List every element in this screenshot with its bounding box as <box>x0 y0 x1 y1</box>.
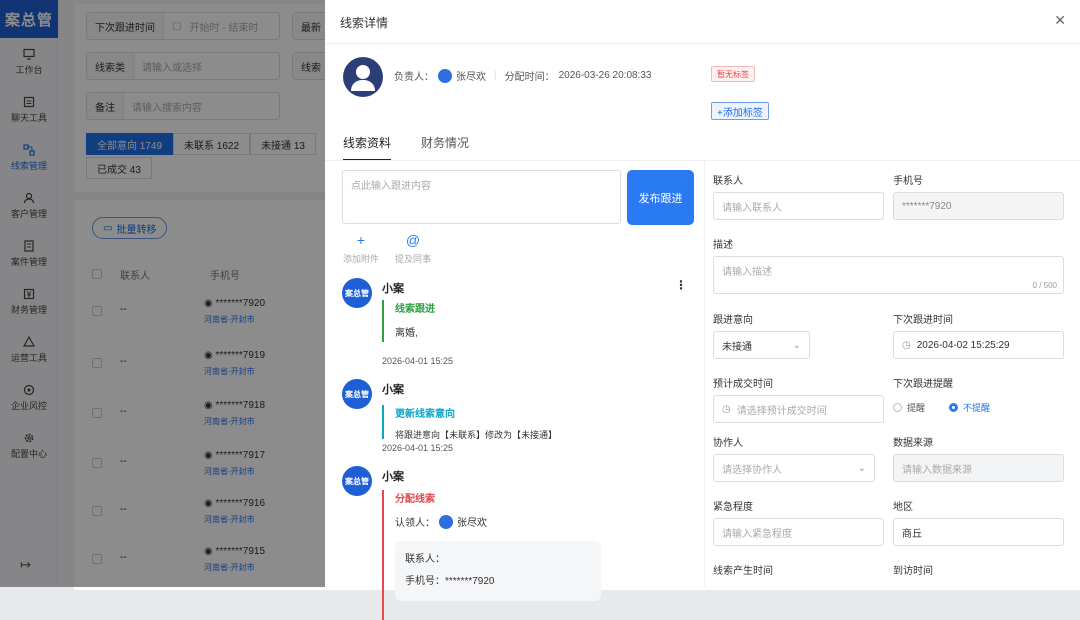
person-icon <box>351 65 375 91</box>
remind-radio-no[interactable]: 不提醒 <box>949 401 990 414</box>
contact-info-box: 联系人： 手机号：*******7920 <box>395 541 601 601</box>
deal-time-picker[interactable]: ◷ 请选择预计成交时间 <box>713 395 884 423</box>
partner-select[interactable]: 请选择协作人 ⌄ <box>713 454 875 482</box>
author-avatar: 案总管 <box>342 278 372 308</box>
intent-select[interactable]: 未接通 ⌄ <box>713 331 810 359</box>
close-icon[interactable]: ✕ <box>1054 12 1066 29</box>
next-follow-picker[interactable]: ◷ 2026-04-02 15:25:29 <box>893 331 1064 359</box>
char-counter: 0 / 500 <box>1032 281 1057 290</box>
tab-clue-info[interactable]: 线索资料 <box>343 134 392 161</box>
no-tag-badge: 暂无标签 <box>711 66 755 82</box>
claimer-avatar <box>439 514 453 529</box>
urgency-input[interactable]: 请输入紧急程度 <box>713 518 884 546</box>
at-icon: @ <box>405 232 421 248</box>
add-tag-button[interactable]: +添加标签 <box>711 102 769 120</box>
source-field: 请输入数据来源 <box>893 454 1064 482</box>
timeline-card: 更新线索意向 将跟进意向【未联系】修改为【未接通】 <box>382 405 672 440</box>
remind-radio-yes[interactable]: 提醒 <box>893 401 925 414</box>
description-input[interactable]: 请输入描述 0 / 500 <box>713 256 1064 294</box>
add-attachment-button[interactable]: + 添加附件 <box>343 232 379 265</box>
drawer-header: 线索详情 ✕ <box>325 0 1080 44</box>
region-input[interactable]: 商丘 <box>893 518 1064 546</box>
clue-detail-drawer: 线索详情 ✕ 负责人： 张尽欢 | 分配时间： 2026-03-26 20:08… <box>325 0 1080 620</box>
tab-finance[interactable]: 财务情况 <box>421 134 469 161</box>
timeline-card: 线索跟进 离婚, <box>382 300 672 342</box>
owner-info: 负责人： 张尽欢 | 分配时间： 2026-03-26 20:08:33 <box>394 68 652 83</box>
plus-icon: + <box>356 232 366 248</box>
timeline-card: 分配线索 认领人： 张尽欢 联系人： 手机号：*******7920 <box>382 490 672 620</box>
author-avatar: 案总管 <box>342 379 372 409</box>
clock-icon: ◷ <box>722 403 731 415</box>
follow-input[interactable]: 点此输入跟进内容 <box>342 170 621 224</box>
owner-avatar <box>438 68 452 83</box>
contact-input[interactable]: 请输入联系人 <box>713 192 884 220</box>
phone-field: *******7920 <box>893 192 1064 220</box>
author-avatar: 案总管 <box>342 466 372 496</box>
avatar <box>343 57 383 97</box>
clock-icon: ◷ <box>902 339 911 351</box>
app-root: 案总管 工作台 聊天工具 线索管理 客户管理 案件管理 财务管理 运营工具 企业… <box>0 0 1080 620</box>
chevron-down-icon: ⌄ <box>792 339 801 351</box>
chevron-down-icon: ⌄ <box>857 462 866 474</box>
mention-button[interactable]: @ 提及同事 <box>395 232 431 265</box>
drawer-tabs: 线索资料 财务情况 <box>343 134 499 161</box>
drawer-title: 线索详情 <box>340 16 389 30</box>
publish-follow-button[interactable]: 发布跟进 <box>627 170 694 225</box>
more-icon[interactable]: ⋮ <box>675 278 687 292</box>
